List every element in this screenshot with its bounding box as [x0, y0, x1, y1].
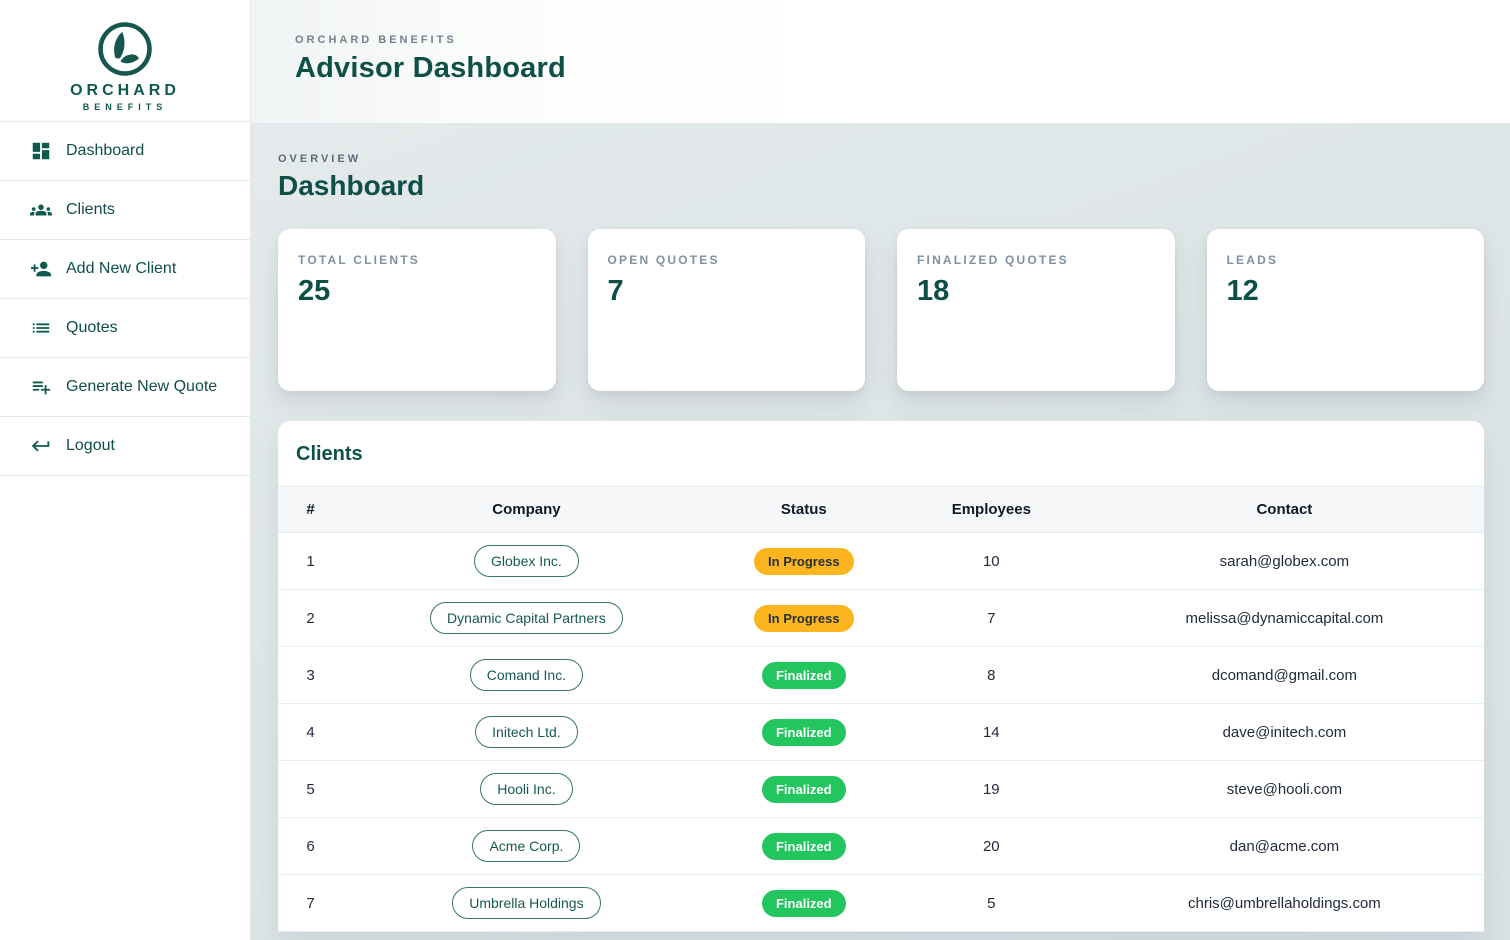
stat-label: OPEN QUOTES: [608, 253, 846, 267]
row-number: 1: [278, 533, 343, 590]
stat-label: LEADS: [1227, 253, 1465, 267]
employees-cell: 5: [898, 875, 1085, 932]
stat-value: 25: [298, 275, 536, 308]
table-row: 5 Hooli Inc. Finalized 19steve@hooli.com: [278, 761, 1484, 818]
stat-card-total-clients: TOTAL CLIENTS 25: [278, 229, 556, 391]
stat-label: FINALIZED QUOTES: [917, 253, 1155, 267]
employees-cell: 10: [898, 533, 1085, 590]
row-number: 2: [278, 590, 343, 647]
person-add-icon: [30, 258, 52, 280]
contact-cell: melissa@dynamiccapital.com: [1085, 590, 1484, 647]
sidebar-item-label: Add New Client: [66, 260, 176, 278]
row-number: 6: [278, 818, 343, 875]
status-badge: Finalized: [762, 662, 846, 689]
playlist-add-icon: [30, 376, 52, 398]
status-badge: In Progress: [754, 548, 854, 575]
contact-cell: dcomand@gmail.com: [1085, 647, 1484, 704]
contact-cell: dave@initech.com: [1085, 704, 1484, 761]
overview-title: Dashboard: [278, 170, 1484, 202]
brand-subname: BENEFITS: [83, 102, 168, 112]
sidebar-item-dashboard[interactable]: Dashboard: [0, 122, 250, 181]
company-pill[interactable]: Comand Inc.: [470, 659, 583, 691]
sidebar-item-add-new-client[interactable]: Add New Client: [0, 240, 250, 299]
employees-cell: 8: [898, 647, 1085, 704]
sidebar-item-label: Logout: [66, 437, 115, 455]
company-pill[interactable]: Umbrella Holdings: [452, 887, 600, 919]
sidebar-item-label: Clients: [66, 201, 115, 219]
clients-table-body: 1 Globex Inc. In Progress 10sarah@globex.co…: [278, 533, 1484, 932]
sidebar-item-logout[interactable]: Logout: [0, 417, 250, 476]
status-badge: Finalized: [762, 890, 846, 917]
sidebar-item-quotes[interactable]: Quotes: [0, 299, 250, 358]
column-header-status: Status: [710, 487, 898, 533]
overview-eyebrow: OVERVIEW: [278, 153, 1484, 165]
sidebar-item-clients[interactable]: Clients: [0, 181, 250, 240]
company-pill[interactable]: Globex Inc.: [474, 545, 579, 577]
clients-table: # Company Status Employees Contact 1 Glob…: [278, 486, 1484, 932]
header-eyebrow: ORCHARD BENEFITS: [295, 34, 1510, 46]
table-row: 6 Acme Corp. Finalized 20dan@acme.com: [278, 818, 1484, 875]
stat-card-open-quotes: OPEN QUOTES 7: [588, 229, 866, 391]
employees-cell: 19: [898, 761, 1085, 818]
row-number: 5: [278, 761, 343, 818]
contact-cell: dan@acme.com: [1085, 818, 1484, 875]
stat-value: 7: [608, 275, 846, 308]
page-header: ORCHARD BENEFITS Advisor Dashboard: [251, 0, 1510, 123]
sidebar-item-generate-new-quote[interactable]: Generate New Quote: [0, 358, 250, 417]
employees-cell: 20: [898, 818, 1085, 875]
page-title: Advisor Dashboard: [295, 52, 1510, 85]
return-arrow-icon: [30, 435, 52, 457]
table-row: 7 Umbrella Holdings Finalized 5chris@umbrel…: [278, 875, 1484, 932]
status-badge: Finalized: [762, 776, 846, 803]
stat-value: 12: [1227, 275, 1465, 308]
status-badge: In Progress: [754, 605, 854, 632]
dashboard-icon: [30, 140, 52, 162]
company-pill[interactable]: Acme Corp.: [472, 830, 580, 862]
contact-cell: steve@hooli.com: [1085, 761, 1484, 818]
column-header-contact: Contact: [1085, 487, 1484, 533]
clients-panel: Clients # Company Status Employees Conta…: [278, 421, 1484, 932]
table-row: 2 Dynamic Capital Partners In Progress 7mel…: [278, 590, 1484, 647]
column-header-employees: Employees: [898, 487, 1085, 533]
company-pill[interactable]: Dynamic Capital Partners: [430, 602, 623, 634]
main-area: ORCHARD BENEFITS Advisor Dashboard OVERV…: [251, 0, 1510, 940]
sidebar-nav: Dashboard Clients Add New Client Quotes …: [0, 122, 250, 476]
stat-card-leads: LEADS 12: [1207, 229, 1485, 391]
company-pill[interactable]: Initech Ltd.: [475, 716, 578, 748]
sidebar-item-label: Dashboard: [66, 142, 144, 160]
stat-value: 18: [917, 275, 1155, 308]
row-number: 3: [278, 647, 343, 704]
table-row: 3 Comand Inc. Finalized 8dcomand@gmail.com: [278, 647, 1484, 704]
sidebar-item-label: Generate New Quote: [66, 378, 217, 396]
list-icon: [30, 317, 52, 339]
employees-cell: 7: [898, 590, 1085, 647]
column-header-company: Company: [343, 487, 710, 533]
stat-card-finalized-quotes: FINALIZED QUOTES 18: [897, 229, 1175, 391]
contact-cell: sarah@globex.com: [1085, 533, 1484, 590]
company-pill[interactable]: Hooli Inc.: [480, 773, 572, 805]
table-row: 1 Globex Inc. In Progress 10sarah@globex.co…: [278, 533, 1484, 590]
stats-row: TOTAL CLIENTS 25 OPEN QUOTES 7 FINALIZED…: [278, 229, 1484, 391]
column-header-num: #: [278, 487, 343, 533]
clients-icon: [30, 199, 52, 221]
brand-logo: ORCHARD BENEFITS: [0, 0, 250, 122]
table-row: 4 Initech Ltd. Finalized 14dave@initech.com: [278, 704, 1484, 761]
row-number: 4: [278, 704, 343, 761]
content-area: OVERVIEW Dashboard TOTAL CLIENTS 25 OPEN…: [251, 123, 1510, 940]
row-number: 7: [278, 875, 343, 932]
orchard-leaf-logo-icon: [96, 20, 154, 78]
stat-label: TOTAL CLIENTS: [298, 253, 536, 267]
status-badge: Finalized: [762, 719, 846, 746]
employees-cell: 14: [898, 704, 1085, 761]
contact-cell: chris@umbrellaholdings.com: [1085, 875, 1484, 932]
table-header-row: # Company Status Employees Contact: [278, 487, 1484, 533]
sidebar: ORCHARD BENEFITS Dashboard Clients Add N…: [0, 0, 251, 940]
status-badge: Finalized: [762, 833, 846, 860]
clients-panel-title: Clients: [278, 421, 1484, 486]
brand-name: ORCHARD: [70, 82, 180, 100]
sidebar-item-label: Quotes: [66, 319, 118, 337]
